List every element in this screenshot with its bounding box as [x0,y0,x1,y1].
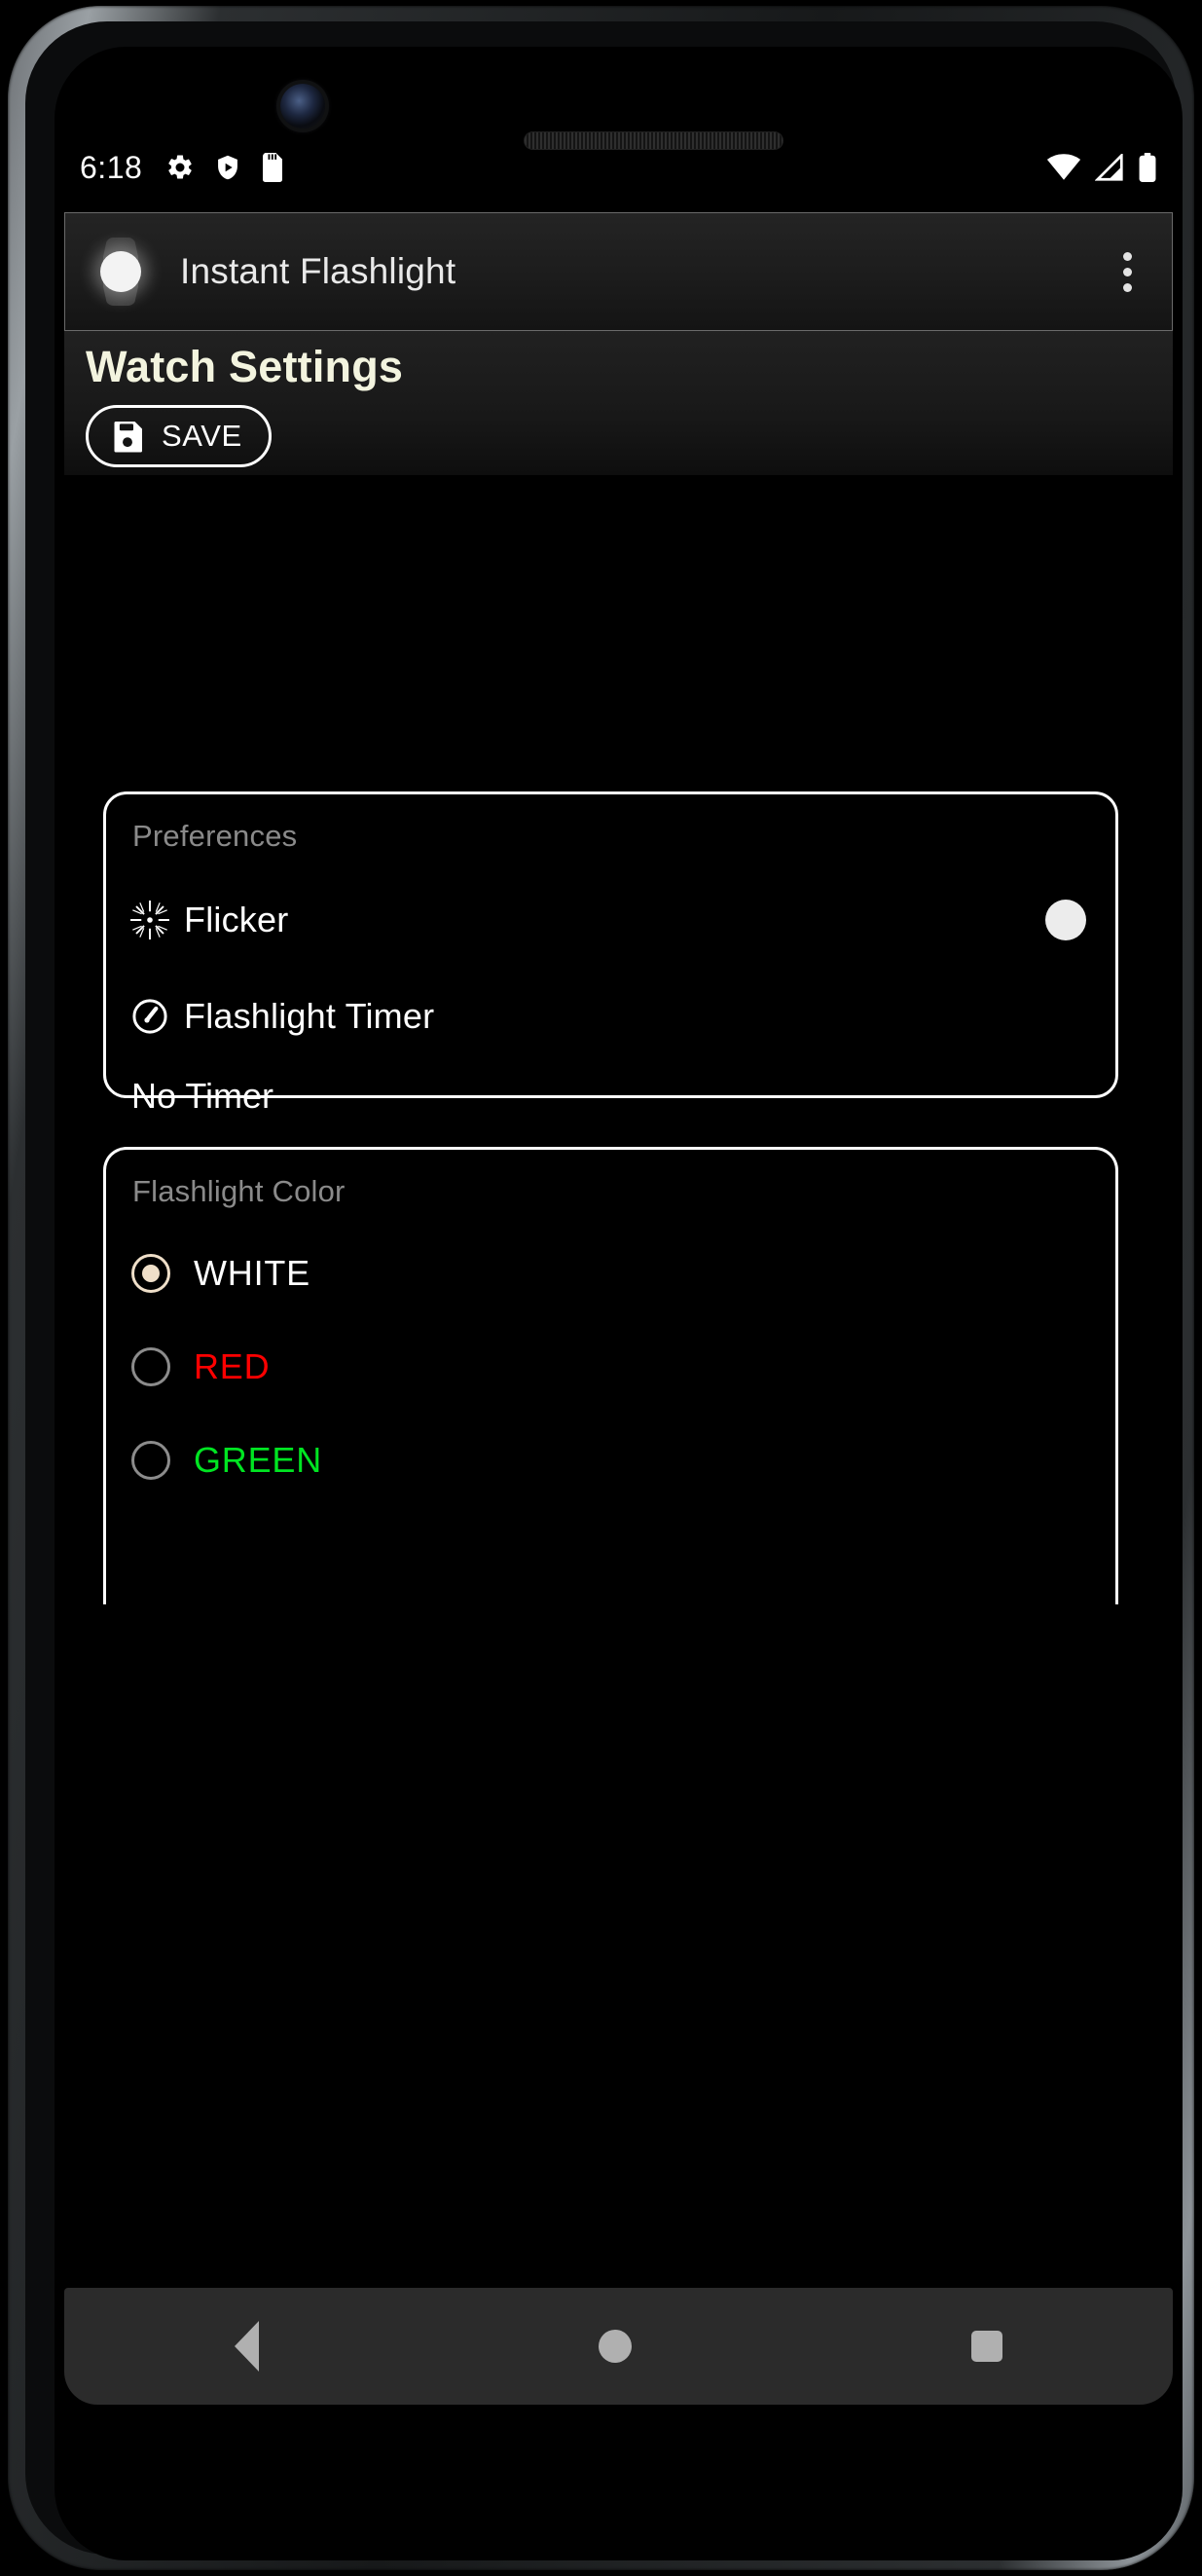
home-circle-icon[interactable] [598,2330,632,2363]
app-bar-title: Instant Flashlight [180,251,456,291]
wifi-icon [1046,154,1081,180]
preferences-card-heading: Preferences [132,819,298,853]
overflow-dot [1122,267,1132,276]
gear-icon [168,155,192,179]
app-bar: Instant Flashlight [64,212,1173,331]
phone-frame: 6:18 Instant Flashlight Watch Settings S… [8,6,1194,2570]
status-system-icons [1046,153,1157,182]
android-navigation-bar [64,2288,1173,2405]
status-notification-icons [165,153,284,182]
status-bar: 6:18 [55,139,1183,196]
cell-signal-icon [1095,154,1123,181]
pref-row-flashlight-timer[interactable]: Flashlight Timer [106,986,1115,1047]
overflow-dot [1122,251,1132,261]
color-option-green[interactable]: GREEN [106,1431,1115,1490]
phone-screen: 6:18 Instant Flashlight Watch Settings S… [55,47,1183,2560]
pref-label-flashlight-timer: Flashlight Timer [184,996,435,1036]
color-label-green: GREEN [194,1440,323,1480]
flashlight-color-card-heading: Flashlight Color [132,1174,346,1208]
save-button[interactable]: SAVE [86,404,272,467]
sparkle-flicker-icon [130,901,169,939]
color-label-white: WHITE [194,1253,310,1293]
radio-white[interactable] [131,1254,170,1293]
phone-frame-inner-bezel: 6:18 Instant Flashlight Watch Settings S… [25,21,1183,2560]
status-clock: 6:18 [80,150,143,185]
smartwatch-icon [87,238,155,306]
pref-row-flicker[interactable]: Flicker [106,890,1115,950]
color-label-red: RED [194,1346,271,1386]
save-button-label: SAVE [162,418,242,453]
page-title: Watch Settings [86,342,404,391]
radio-red[interactable] [131,1347,170,1386]
color-option-white[interactable]: WHITE [106,1244,1115,1303]
color-option-red[interactable]: RED [106,1338,1115,1396]
front-camera-icon [280,84,325,129]
smartwatch-face [100,251,141,292]
overflow-dot [1122,282,1132,292]
radio-green[interactable] [131,1441,170,1480]
back-triangle-icon[interactable] [234,2321,259,2372]
pref-label-flicker: Flicker [184,900,289,939]
flashlight-color-card: Flashlight Color WHITE RED GREEN [103,1147,1118,1604]
sd-card-icon [263,153,283,182]
floppy-disk-save-icon [114,421,142,452]
flicker-toggle[interactable] [1045,900,1086,940]
play-protect-shield-icon [218,155,238,180]
overflow-menu-icon[interactable] [1106,242,1148,301]
page-header: Watch Settings SAVE [64,331,1173,475]
timer-gauge-icon [132,999,167,1034]
preferences-card: Preferences Flicker Flashlight Timer No … [103,791,1118,1116]
battery-icon [1139,153,1156,182]
flashlight-timer-value[interactable]: No Timer [106,1047,1115,1117]
recents-square-icon[interactable] [971,2331,1003,2362]
